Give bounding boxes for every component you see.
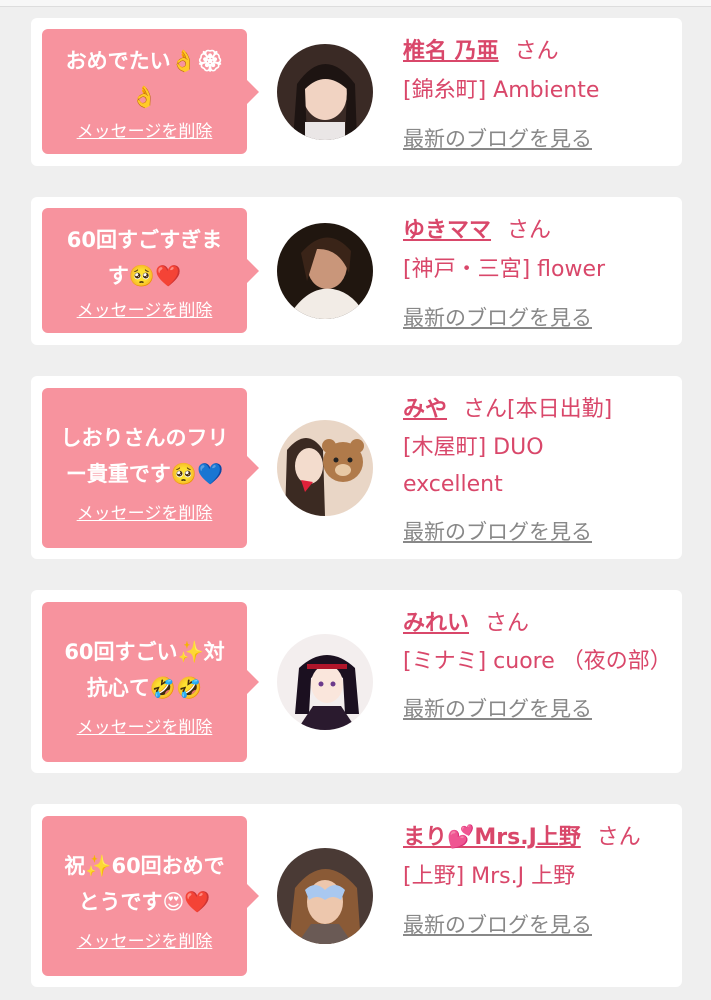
shop-label: [神戸・三宮] flower bbox=[403, 257, 606, 282]
sender-info: みれい さん [ミナミ] cuore （夜の部） 最新のブログを見る bbox=[403, 604, 672, 729]
latest-blog-link[interactable]: 最新のブログを見る bbox=[403, 299, 592, 338]
delete-message-link[interactable]: メッセージを削除 bbox=[42, 117, 247, 142]
avatar[interactable] bbox=[277, 420, 373, 516]
latest-blog-link[interactable]: 最新のブログを見る bbox=[403, 690, 592, 729]
sender-name-link[interactable]: みや bbox=[403, 397, 447, 422]
avatar[interactable] bbox=[277, 634, 373, 730]
message-card: 60回すごい✨対 抗心て🤣🤣 メッセージを削除 みれい さん [ミナミ] cuor… bbox=[31, 590, 682, 773]
message-text: しおりさんのフリ ー貴重です🥺💙 bbox=[60, 426, 229, 486]
message-card: しおりさんのフリ ー貴重です🥺💙 メッセージを削除 みや さん[本日出勤] [木屋… bbox=[31, 376, 682, 559]
shop-label: [錦糸町] Ambiente bbox=[403, 78, 600, 103]
message-text: 60回すごい✨対 抗心て🤣🤣 bbox=[64, 640, 225, 700]
message-bubble: しおりさんのフリ ー貴重です🥺💙 メッセージを削除 bbox=[42, 388, 259, 548]
message-bubble: おめでたい👌🏵 👌 メッセージを削除 bbox=[42, 29, 259, 154]
message-text: 祝✨60回おめで とうです😍❤️ bbox=[64, 854, 225, 914]
message-bubble: 60回すごすぎま す🥺❤️ メッセージを削除 bbox=[42, 208, 259, 333]
latest-blog-link[interactable]: 最新のブログを見る bbox=[403, 906, 592, 945]
avatar[interactable] bbox=[277, 44, 373, 140]
message-card: 60回すごすぎま す🥺❤️ メッセージを削除 ゆきママ さん [神戸・三宮] fl… bbox=[31, 197, 682, 345]
latest-blog-link[interactable]: 最新のブログを見る bbox=[403, 513, 592, 552]
shop-label: [上野] Mrs.J 上野 bbox=[403, 864, 576, 889]
avatar[interactable] bbox=[277, 848, 373, 944]
honorific: さん bbox=[514, 39, 559, 64]
sender-name-link[interactable]: 椎名 乃亜 bbox=[403, 39, 499, 64]
delete-message-link[interactable]: メッセージを削除 bbox=[42, 927, 247, 952]
sender-name-link[interactable]: ゆきママ bbox=[403, 218, 491, 243]
sender-info: 椎名 乃亜 さん [錦糸町] Ambiente 最新のブログを見る bbox=[403, 32, 665, 159]
honorific: さん bbox=[596, 825, 641, 850]
message-text: おめでたい👌🏵 👌 bbox=[65, 49, 224, 109]
sender-info: まり💕Mrs.J上野 さん [上野] Mrs.J 上野 最新のブログを見る bbox=[403, 818, 665, 945]
delete-message-link[interactable]: メッセージを削除 bbox=[42, 499, 247, 524]
honorific: さん bbox=[485, 611, 530, 636]
delete-message-link[interactable]: メッセージを削除 bbox=[42, 713, 247, 738]
shop-label: [ミナミ] cuore （夜の部） bbox=[403, 649, 672, 674]
top-divider bbox=[0, 0, 711, 7]
message-card: おめでたい👌🏵 👌 メッセージを削除 椎名 乃亜 さん [錦糸町] Ambient… bbox=[31, 18, 682, 166]
message-bubble: 祝✨60回おめで とうです😍❤️ メッセージを削除 bbox=[42, 816, 259, 976]
delete-message-link[interactable]: メッセージを削除 bbox=[42, 296, 247, 321]
message-card: 祝✨60回おめで とうです😍❤️ メッセージを削除 まり💕Mrs.J上野 さん [… bbox=[31, 804, 682, 987]
message-text: 60回すごすぎま す🥺❤️ bbox=[66, 228, 223, 288]
sender-name-link[interactable]: まり💕Mrs.J上野 bbox=[403, 825, 581, 850]
honorific: さん[本日出勤] bbox=[463, 397, 613, 422]
sender-name-link[interactable]: みれい bbox=[403, 611, 469, 636]
sender-info: みや さん[本日出勤] [木屋町] DUO excellent 最新のブログを見る bbox=[403, 390, 665, 552]
sender-info: ゆきママ さん [神戸・三宮] flower 最新のブログを見る bbox=[403, 211, 665, 338]
shop-label: [木屋町] DUO excellent bbox=[403, 435, 544, 497]
message-bubble: 60回すごい✨対 抗心て🤣🤣 メッセージを削除 bbox=[42, 602, 259, 762]
avatar[interactable] bbox=[277, 223, 373, 319]
latest-blog-link[interactable]: 最新のブログを見る bbox=[403, 120, 592, 159]
honorific: さん bbox=[507, 218, 552, 243]
